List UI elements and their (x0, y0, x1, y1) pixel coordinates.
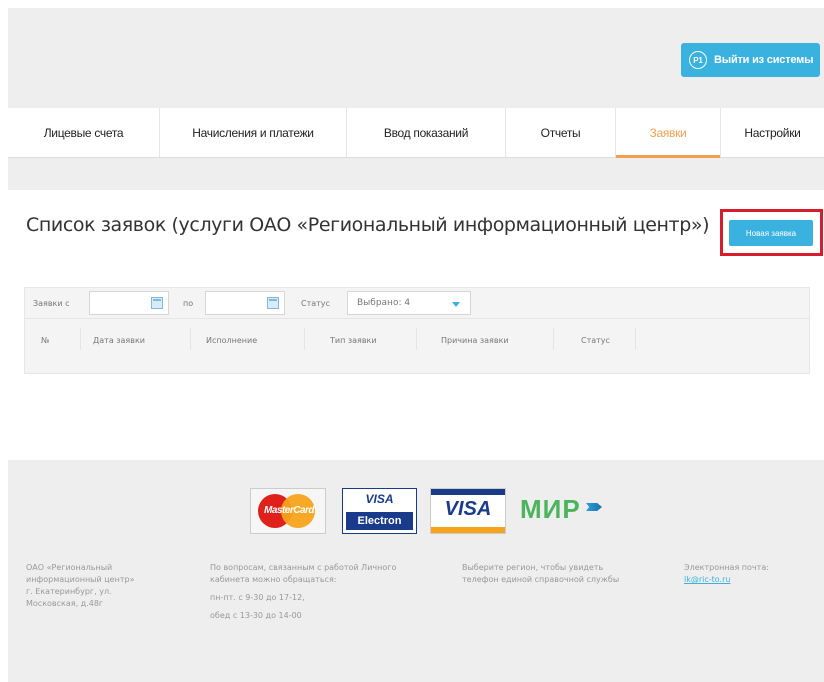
footer-email-label: Электронная почта: (684, 563, 769, 572)
from-date-input[interactable] (89, 291, 169, 315)
column-header-type: Тип заявки (330, 336, 377, 345)
column-divider (190, 328, 191, 350)
status-select[interactable]: Выбрано: 4 (347, 291, 471, 315)
footer-region-info: Выберите регион, чтобы увидеть телефон е… (462, 562, 619, 586)
requests-table: Заявки с по Статус Выбрано: 4 № Дата зая… (24, 287, 810, 374)
logout-label: Выйти из системы (714, 54, 814, 66)
user-icon: Р1 (689, 51, 707, 69)
tab-reports[interactable]: Отчеты (506, 108, 616, 157)
tab-meter-readings[interactable]: Ввод показаний (347, 108, 506, 157)
header: Р1 Выйти из системы (8, 8, 824, 108)
tab-requests[interactable]: Заявки (616, 108, 721, 158)
column-divider (416, 328, 417, 350)
tab-charges-payments-label: Начисления и платежи (192, 125, 314, 140)
chevron-down-icon (452, 302, 460, 307)
to-date-input[interactable] (205, 291, 285, 315)
column-divider (635, 328, 636, 350)
mastercard-logo-text: MasterCard (263, 505, 315, 516)
tab-charges-payments[interactable]: Начисления и платежи (160, 108, 347, 157)
tab-accounts[interactable]: Лицевые счета (8, 108, 160, 157)
visa-logo-text: VISA (444, 498, 492, 520)
footer-hours-line: пн-пт. с 9-30 до 17-12, (210, 593, 305, 602)
mir-arrow-icon (586, 503, 602, 511)
column-header-date: Дата заявки (93, 336, 145, 345)
status-select-value: Выбрано: 4 (357, 298, 411, 308)
column-divider (553, 328, 554, 350)
column-header-number: № (41, 336, 50, 345)
calendar-icon[interactable] (267, 297, 279, 309)
footer-support-line: кабинета можно обращаться: (210, 575, 337, 584)
from-date-label: Заявки с (33, 299, 70, 308)
column-header-execution: Исполнение (206, 336, 258, 345)
to-date-label: по (183, 299, 194, 308)
footer-email-info: Электронная почта: lk@ric-to.ru (684, 562, 769, 586)
mastercard-logo: MasterCard (250, 488, 326, 534)
mir-logo-text: МИР (520, 494, 581, 524)
footer-company-line: Московская, д.48г (26, 599, 104, 608)
visa-logo: VISA (430, 488, 506, 534)
logout-button[interactable]: Р1 Выйти из системы (681, 43, 820, 77)
visa-electron-top-text: VISA (365, 492, 394, 506)
visa-electron-logo: VISA Electron (342, 488, 417, 534)
tab-reports-label: Отчеты (540, 125, 581, 140)
tab-settings-label: Настройки (744, 125, 801, 140)
footer-company-line: информационный центр» (26, 575, 135, 584)
footer-email-link[interactable]: lk@ric-to.ru (684, 574, 769, 586)
column-divider (80, 328, 81, 350)
tab-requests-label: Заявки (649, 125, 687, 140)
divider-strip (8, 158, 824, 184)
footer-support-line: По вопросам, связанным с работой Личного (210, 563, 397, 572)
page-title: Список заявок (услуги ОАО «Региональный … (26, 214, 710, 236)
tab-settings[interactable]: Настройки (721, 108, 824, 157)
footer-company-line: г. Екатеринбург, ул. (26, 587, 112, 596)
user-icon-text: Р1 (693, 55, 703, 65)
column-header-status: Статус (581, 336, 610, 345)
visa-bottom-bar (431, 527, 505, 533)
tab-meter-readings-label: Ввод показаний (383, 125, 469, 140)
column-divider (304, 328, 305, 350)
column-header-reason: Причина заявки (441, 336, 509, 345)
footer-region-line: телефон единой справочной службы (462, 575, 620, 584)
status-label: Статус (301, 299, 330, 308)
calendar-icon[interactable] (151, 297, 163, 309)
footer-support-info: По вопросам, связанным с работой Личного… (210, 562, 396, 622)
new-request-button[interactable]: Новая заявка (729, 220, 813, 246)
footer-region-line[interactable]: Выберите регион, чтобы увидеть (462, 562, 619, 574)
tab-accounts-label: Лицевые счета (43, 125, 124, 140)
mir-logo: МИР (520, 488, 602, 534)
main-nav: Лицевые счета Начисления и платежи Ввод … (8, 108, 824, 158)
footer-company-info: ОАО «Региональный информационный центр» … (26, 562, 134, 610)
visa-top-bar (431, 489, 505, 495)
filter-row: Заявки с по Статус Выбрано: 4 (25, 288, 809, 319)
footer-company-line: ОАО «Региональный (26, 563, 113, 572)
footer-lunch-line: обед с 13-30 до 14-00 (210, 611, 302, 620)
visa-electron-bottom-text: Electron (346, 512, 413, 530)
